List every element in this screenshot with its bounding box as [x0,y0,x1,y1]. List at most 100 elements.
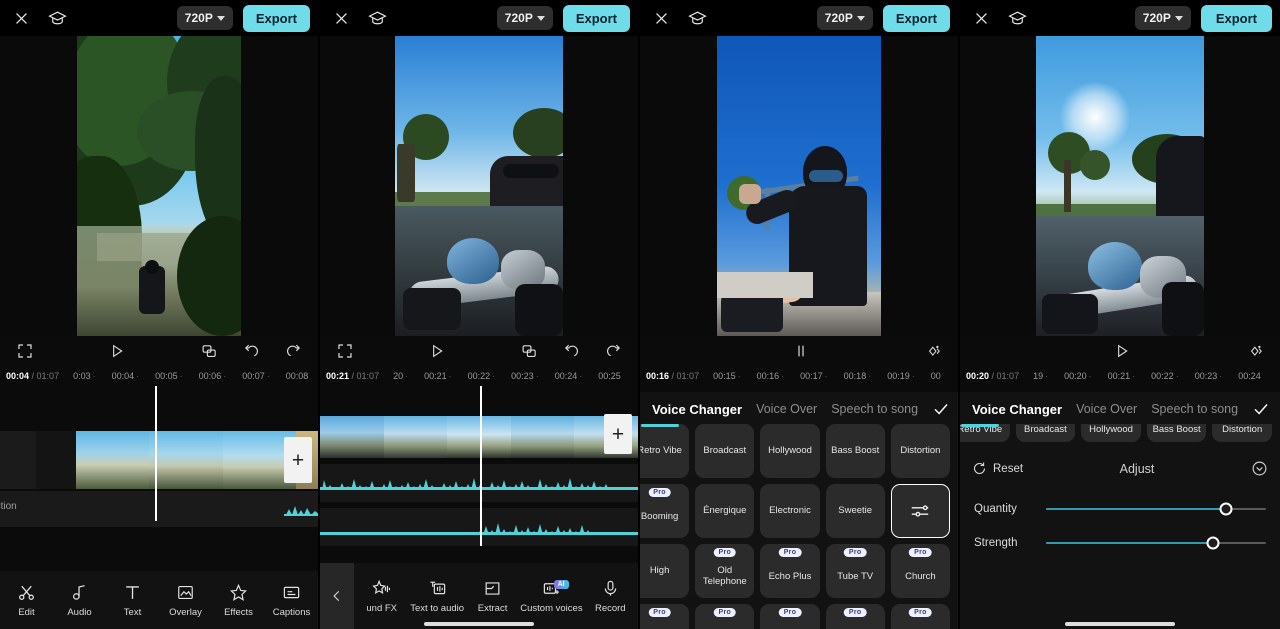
timeline-ruler[interactable]: 00:16 / 01:07 00:15 · 00:16 · 00:17 · 00… [640,366,958,386]
clip-row[interactable]: + [320,414,638,458]
fx-surround[interactable]: Pro Surround [825,604,885,629]
tool-edit[interactable]: Edit [0,582,53,618]
tool-overlay[interactable]: Overlay [159,582,212,618]
playhead[interactable] [480,386,482,546]
chevron-down-circle-icon[interactable] [1251,460,1268,477]
playhead[interactable] [155,386,157,521]
fx-no-bass[interactable]: Pro No Bass [890,604,950,629]
tool-effects[interactable]: Effects [212,582,265,618]
graduation-cap-icon[interactable] [684,5,710,31]
export-button[interactable]: Export [882,4,950,32]
video-preview[interactable] [640,36,958,336]
keyframe-diamond-icon[interactable] [920,338,946,364]
fx-hollywood[interactable]: Hollywood [760,424,820,478]
fx-high[interactable]: High [640,544,690,598]
export-button[interactable]: Export [562,4,630,32]
audio-track[interactable]: ollection [0,491,318,527]
undo-icon[interactable] [238,338,264,364]
keyframe-diamond-icon[interactable] [1242,338,1268,364]
timeline[interactable]: + [320,386,638,546]
tab-speech-to-song[interactable]: Speech to song [831,402,918,416]
expand-icon[interactable] [332,338,358,364]
undo-icon[interactable] [558,338,584,364]
fx-adjust-button[interactable] [890,484,950,538]
fx-distortion[interactable]: Distortion [890,424,950,478]
fx-tube-tv[interactable]: Pro Tube TV [825,544,885,598]
timeline-ruler[interactable]: 00:21 / 01:07 20 · 00:21 · 00:22 · 00:23… [320,366,638,386]
tool-sound-fx[interactable]: und FX [354,578,409,614]
add-clip-button[interactable]: + [604,414,632,454]
video-preview[interactable] [960,36,1280,336]
tool-text-to-audio[interactable]: Text to audio [409,578,464,614]
graduation-cap-icon[interactable] [44,5,70,31]
resolution-dropdown[interactable]: 720P [1134,6,1191,30]
fx-gravelly[interactable]: Pro Gravelly [760,604,820,629]
tab-voice-changer[interactable]: Voice Changer [652,402,742,417]
slider-quantity[interactable]: Quantity [960,502,1280,516]
fx-desert[interactable]: Pro Desert [640,604,690,629]
fx-magnetic[interactable]: Pro Magnetic [695,604,755,629]
graduation-cap-icon[interactable] [364,5,390,31]
resolution-dropdown[interactable]: 720P [176,6,233,30]
slider-knob[interactable] [1219,502,1233,516]
fx-broadcast[interactable]: Broadcast [695,424,755,478]
picture-in-picture-icon[interactable] [196,338,222,364]
expand-icon[interactable] [12,338,38,364]
check-icon[interactable] [1252,400,1270,418]
fx-echo-plus[interactable]: Pro Echo Plus [760,544,820,598]
fx-distortion[interactable]: Distortion [1212,424,1272,442]
tab-voice-over[interactable]: Voice Over [756,402,817,416]
play-icon[interactable] [424,338,450,364]
tab-speech-to-song[interactable]: Speech to song [1151,402,1238,416]
picture-in-picture-icon[interactable] [516,338,542,364]
fx-retro-vibe[interactable]: Retro Vibe [960,424,1010,442]
export-button[interactable]: Export [1200,4,1272,32]
fx-booming[interactable]: Pro Booming [640,484,690,538]
tool-extract[interactable]: Extract [465,578,520,614]
redo-icon[interactable] [600,338,626,364]
tab-voice-over[interactable]: Voice Over [1076,402,1137,416]
fx-church[interactable]: Pro Church [890,544,950,598]
video-preview[interactable] [320,36,638,336]
close-icon[interactable] [968,5,994,31]
fx-electronic[interactable]: Electronic [760,484,820,538]
timeline-ruler[interactable]: 00:20 / 01:07 19 · 00:20 · 00:21 · 00:22… [960,366,1280,386]
timeline[interactable]: + ollection [0,386,318,527]
play-icon[interactable] [104,338,130,364]
redo-icon[interactable] [280,338,306,364]
resolution-dropdown[interactable]: 720P [496,6,553,30]
tool-record[interactable]: Record [583,578,638,614]
clip-row[interactable]: + [0,431,318,489]
resolution-dropdown[interactable]: 720P [816,6,873,30]
export-button[interactable]: Export [242,4,310,32]
add-clip-button[interactable]: + [284,437,312,483]
fx-old-telephone[interactable]: Pro Old Telephone [695,544,755,598]
close-icon[interactable] [8,5,34,31]
slider-strength[interactable]: Strength [960,536,1280,550]
fx-broadcast[interactable]: Broadcast [1015,424,1076,442]
tool-audio[interactable]: Audio [53,582,106,618]
fx-bass-boost[interactable]: Bass Boost [825,424,885,478]
fx-sweetie[interactable]: Sweetie [825,484,885,538]
check-icon[interactable] [932,400,950,418]
tool-custom-voices[interactable]: AI Custom voices [520,578,583,614]
reset-button[interactable]: Reset [972,461,1023,476]
video-preview[interactable] [0,36,318,336]
graduation-cap-icon[interactable] [1004,5,1030,31]
fx-hollywood[interactable]: Hollywood [1081,424,1141,442]
fx-bass-boost[interactable]: Bass Boost [1146,424,1207,442]
back-button[interactable] [320,563,354,629]
fx-energique[interactable]: Énergique [695,484,755,538]
close-icon[interactable] [328,5,354,31]
slider-track[interactable] [1046,502,1266,516]
audio-track-1[interactable] [320,464,638,502]
timeline-ruler[interactable]: 00:04 / 01:07 0:03 · 00:04 · 00:05 · 00:… [0,366,318,386]
audio-track-2[interactable] [320,508,638,546]
pause-icon[interactable] [788,338,814,364]
play-icon[interactable] [1109,338,1135,364]
tool-text[interactable]: Text [106,582,159,618]
slider-knob[interactable] [1206,536,1220,550]
close-icon[interactable] [648,5,674,31]
tab-voice-changer[interactable]: Voice Changer [972,402,1062,417]
slider-track[interactable] [1046,536,1266,550]
